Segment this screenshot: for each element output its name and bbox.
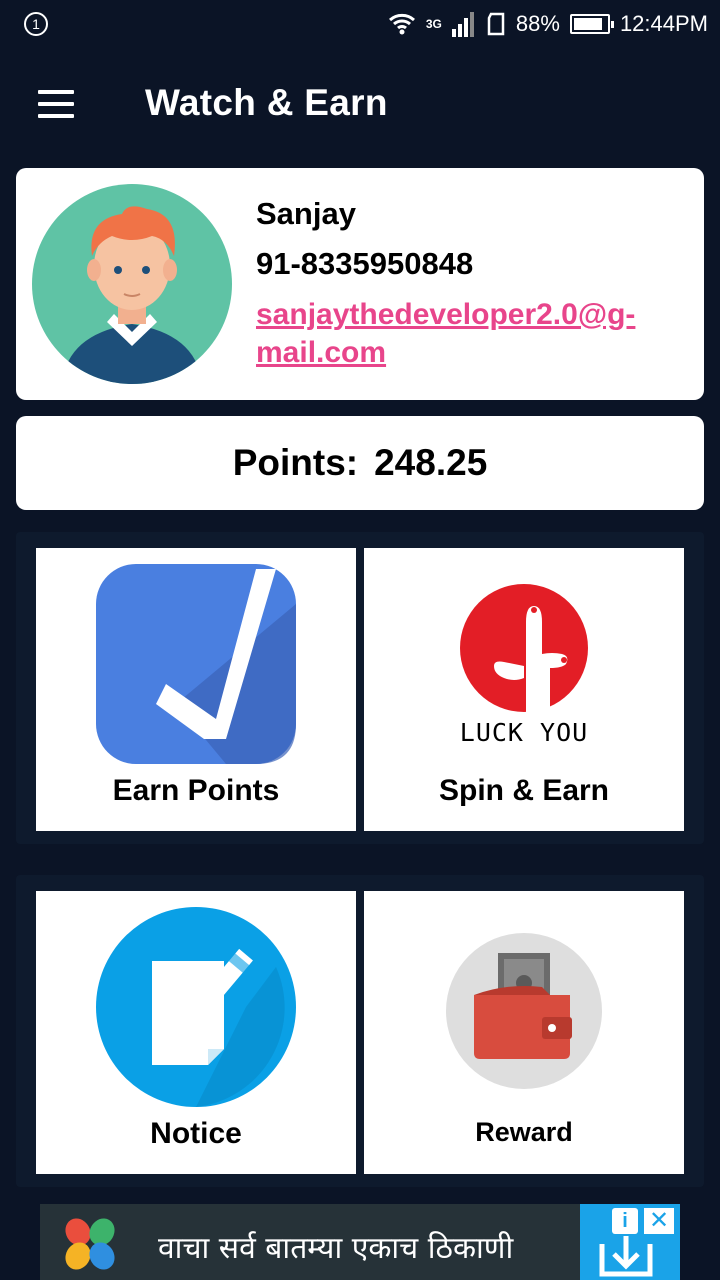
- signal-icon: [451, 12, 474, 37]
- ad-banner[interactable]: वाचा सर्व बातम्या एकाच ठिकाणी i ✕: [40, 1204, 680, 1280]
- profile-phone: 91-8335950848: [256, 246, 474, 281]
- sim-icon: [487, 12, 505, 36]
- notice-tile[interactable]: Notice: [36, 891, 356, 1174]
- clock: 12:44PM: [619, 11, 708, 36]
- battery-icon: [569, 14, 614, 34]
- email-line-1: sanjaythedeveloper2.0@g-: [256, 298, 636, 331]
- spin-earn-label: Spin & Earn: [438, 774, 610, 807]
- luck-you-text: LUCK YOU: [459, 718, 589, 747]
- spin-earn-tile[interactable]: LUCK YOU Spin & Earn: [364, 548, 684, 831]
- app-bar: Watch & Earn: [0, 50, 720, 160]
- ad-close-icon[interactable]: ✕: [644, 1208, 674, 1234]
- profile-info: Sanjay 91-8335950848 sanjaythedeveloper2…: [256, 196, 686, 372]
- download-arrow-icon: [599, 1236, 653, 1277]
- earn-points-tile[interactable]: Earn Points: [36, 548, 356, 831]
- points-card: Points: 248.25: [16, 416, 704, 510]
- reward-label: Reward: [475, 1117, 573, 1147]
- avatar: [32, 184, 232, 384]
- checkmark-icon: [96, 564, 296, 764]
- wifi-icon: [388, 13, 415, 35]
- status-icons: 3G 88% 12:44PM: [388, 10, 708, 38]
- notice-label: Notice: [150, 1117, 242, 1150]
- points-label: Points:: [232, 442, 359, 483]
- profile-name: Sanjay: [256, 196, 356, 231]
- ad-info-icon[interactable]: i: [612, 1208, 638, 1234]
- ad-text: वाचा सर्व बातम्या एकाच ठिकाणी: [158, 1231, 514, 1266]
- status-bar: 1 3G 88% 12:44PM: [0, 0, 720, 50]
- battery-percent: 88%: [515, 11, 560, 36]
- luck-you-icon: [460, 584, 588, 712]
- notice-edit-icon: [96, 907, 296, 1107]
- notification-count-badge: 1: [24, 12, 48, 36]
- wallet-icon: [446, 933, 602, 1089]
- reward-tile[interactable]: Reward: [364, 891, 684, 1174]
- network-type: 3G: [425, 17, 442, 31]
- profile-card: Sanjay 91-8335950848 sanjaythedeveloper2…: [16, 168, 704, 400]
- points-value: 248.25: [374, 442, 488, 483]
- battery-level-fill: [573, 18, 603, 30]
- email-line-2: mail.com: [256, 336, 387, 369]
- earn-points-label: Earn Points: [112, 774, 280, 807]
- page-title: Watch & Earn: [145, 82, 388, 123]
- profile-email-link[interactable]: sanjaythedeveloper2.0@g- mail.com: [256, 296, 656, 372]
- hamburger-menu-icon[interactable]: [38, 90, 74, 118]
- ad-app-logo-icon: [65, 1218, 115, 1270]
